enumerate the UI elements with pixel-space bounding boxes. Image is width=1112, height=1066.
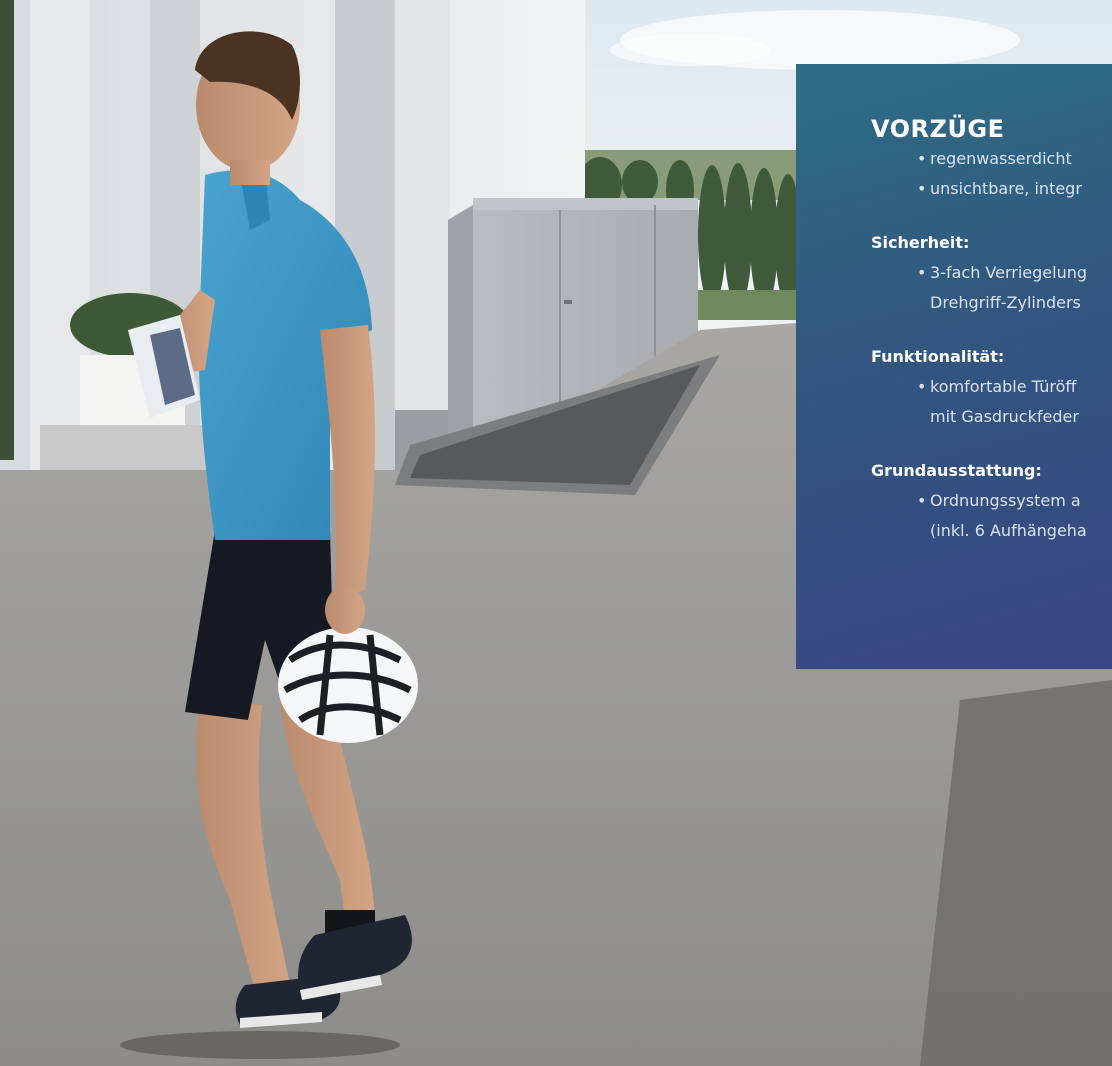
list-item: unsichtbare, integr	[917, 174, 1112, 204]
list-item-continuation: Drehgriff-Zylinders	[930, 293, 1081, 312]
functionality-list: komfortable Türöff mit Gasdruckfeder	[871, 372, 1112, 432]
list-item: Ordnungssystem a	[917, 486, 1112, 516]
equipment-list: Ordnungssystem a (inkl. 6 Aufhängeha	[871, 486, 1112, 546]
list-item: komfortable Türöff	[917, 372, 1112, 402]
list-item-continuation: (inkl. 6 Aufhängeha	[930, 521, 1087, 540]
advantages-panel: VORZÜGE regenwasserdicht unsichtbare, in…	[796, 64, 1112, 669]
security-list: 3-fach Verriegelung Drehgriff-Zylinders	[871, 258, 1112, 318]
panel-title: VORZÜGE	[871, 115, 1005, 143]
section-heading-grundausstattung: Grundausstattung:	[871, 461, 1042, 480]
section-heading-funktionalitaet: Funktionalität:	[871, 347, 1005, 366]
intro-list: regenwasserdicht unsichtbare, integr	[871, 144, 1112, 204]
section-heading-sicherheit: Sicherheit:	[871, 233, 970, 252]
list-item-continuation: mit Gasdruckfeder	[930, 407, 1079, 426]
list-item: 3-fach Verriegelung	[917, 258, 1112, 288]
list-item: regenwasserdicht	[917, 144, 1112, 174]
